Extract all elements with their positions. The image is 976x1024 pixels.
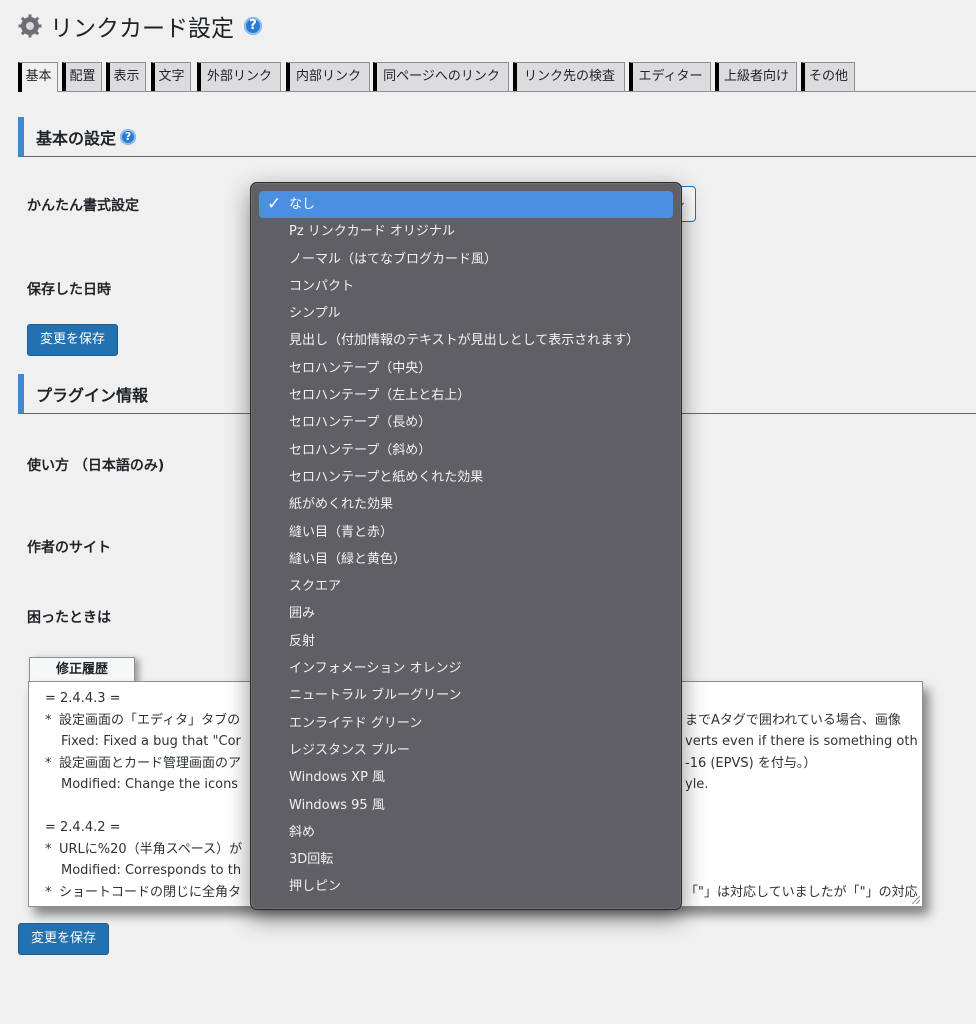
dropdown-option[interactable]: 紙がめくれた効果 bbox=[259, 491, 673, 518]
dropdown-option[interactable]: セロハンテープ（左上と右上） bbox=[259, 382, 673, 409]
dropdown-option[interactable]: エンライテド グリーン bbox=[259, 710, 673, 737]
dropdown-option[interactable]: 囲み bbox=[259, 600, 673, 627]
changelog-line-text: = 2.4.4.3 = bbox=[45, 691, 121, 706]
section-basic-title: 基本の設定 bbox=[36, 128, 117, 148]
changelog-line-text: Fixed: Fixed a bug that "Cor bbox=[61, 734, 241, 749]
dropdown-option-label: インフォメーション オレンジ bbox=[289, 661, 462, 677]
help-icon[interactable]: ? bbox=[120, 128, 137, 145]
dropdown-option-label: 斜め bbox=[289, 824, 316, 840]
changelog-tab[interactable]: 修正履歴 bbox=[29, 657, 135, 683]
dropdown-option-label: ノーマル（はてなブログカード風） bbox=[289, 251, 498, 267]
dropdown-option[interactable]: レジスタンス ブルー bbox=[259, 737, 673, 764]
dropdown-option[interactable]: 押しピン bbox=[259, 873, 673, 900]
save-button-bottom[interactable]: 変更を保存 bbox=[18, 923, 110, 955]
section-plugin-title: プラグイン情報 bbox=[36, 385, 149, 405]
changelog-line-tail: 「"」は対応していましたが「"」の対応 bbox=[685, 884, 918, 900]
dropdown-option[interactable]: 縫い目（青と赤） bbox=[259, 519, 673, 546]
tab-external-link[interactable]: 外部リンク bbox=[197, 62, 281, 91]
dropdown-option-label: なし bbox=[289, 197, 316, 212]
usage-label: 使い方 （日本語のみ) bbox=[27, 458, 165, 474]
page-title: リンクカード設定 ? bbox=[18, 8, 262, 44]
tab-internal-link[interactable]: 内部リンク bbox=[286, 62, 370, 91]
changelog-line-text: Modified: Corresponds to th bbox=[61, 906, 241, 907]
dropdown-option-label: 押しピン bbox=[289, 879, 342, 895]
dropdown-option-label: Pz リンクカード オリジナル bbox=[289, 224, 455, 240]
dropdown-option-label: スクエア bbox=[289, 579, 342, 595]
changelog-line-text: URLに%20（半角スペース）が bbox=[59, 841, 243, 857]
changelog-line-text: 設定画面の「エディタ」タブの bbox=[59, 712, 241, 728]
dropdown-option[interactable]: ニュートラル ブルーグリーン bbox=[259, 682, 673, 709]
dropdown-option-label: セロハンテープ（左上と右上） bbox=[289, 388, 471, 404]
dropdown-option-label: ニュートラル ブルーグリーン bbox=[289, 688, 462, 704]
dropdown-option[interactable]: Pz リンクカード オリジナル bbox=[259, 218, 673, 245]
dropdown-option-label: セロハンテープ（斜め） bbox=[289, 442, 432, 458]
dropdown-option[interactable]: シンプル bbox=[259, 300, 673, 327]
dropdown-option[interactable]: セロハンテープ（中央） bbox=[259, 355, 673, 382]
dropdown-option-label: シンプル bbox=[289, 306, 341, 322]
gear-icon bbox=[18, 14, 42, 38]
dropdown-option-label: セロハンテープと紙めくれた効果 bbox=[289, 469, 484, 485]
tab-same-page-link[interactable]: 同ページへのリンク bbox=[373, 62, 509, 91]
dropdown-option[interactable]: 見出し（付加情報のテキストが見出しとして表示されます） bbox=[259, 327, 673, 354]
tabs-baseline bbox=[18, 91, 976, 92]
changelog-line-text: Modified: Corresponds to th bbox=[61, 863, 242, 878]
dropdown-option[interactable]: Windows XP 風 bbox=[259, 764, 673, 791]
dropdown-option-label: 縫い目（青と赤） bbox=[289, 524, 394, 540]
saved-datetime-label: 保存した日時 bbox=[27, 282, 111, 298]
checkmark-icon: ✓ bbox=[267, 194, 282, 214]
dropdown-option-label: エンライテド グリーン bbox=[289, 715, 423, 731]
dropdown-option-label: セロハンテープ（長め） bbox=[289, 415, 432, 431]
dropdown-option[interactable]: 3D回転 bbox=[259, 846, 673, 873]
dropdown-option[interactable]: Windows 95 風 bbox=[259, 792, 673, 819]
dropdown-option-label: 反射 bbox=[289, 633, 316, 649]
tab-placement[interactable]: 配置 bbox=[62, 62, 102, 91]
help-icon[interactable]: ? bbox=[244, 17, 262, 35]
dropdown-option[interactable]: 斜め bbox=[259, 819, 673, 846]
dropdown-option-label: Windows 95 風 bbox=[289, 797, 385, 813]
tab-editor[interactable]: エディター bbox=[629, 62, 711, 91]
dropdown-option-label: 囲み bbox=[289, 606, 316, 622]
dropdown-option[interactable]: ✓ なし bbox=[259, 191, 673, 219]
tab-display[interactable]: 表示 bbox=[106, 62, 146, 91]
dropdown-option-label: セロハンテープ（中央） bbox=[289, 360, 432, 376]
dropdown-option[interactable]: コンパクト bbox=[259, 273, 673, 300]
format-dropdown-menu[interactable]: ✓ なし Pz リンクカード オリジナルノーマル（はてなブログカード風） コンパクトシ… bbox=[250, 182, 682, 910]
author-site-label: 作者のサイト bbox=[27, 540, 111, 556]
tab-link-check[interactable]: リンク先の検査 bbox=[513, 62, 625, 91]
changelog-line-tail: verts even if there is something oth bbox=[685, 734, 918, 749]
changelog-line-tail: までAタグで囲われている場合、画像 bbox=[685, 712, 901, 728]
dropdown-option-label: 見出し（付加情報のテキストが見出しとして表示されます） bbox=[289, 333, 640, 349]
resize-grip-icon[interactable] bbox=[910, 894, 920, 904]
settings-tabs: 基本 配置 表示 文字 外部リンク 内部リンク 同ページへのリンク リンク先の検… bbox=[18, 62, 976, 92]
page-title-text: リンクカード設定 bbox=[50, 16, 234, 42]
dropdown-option[interactable]: セロハンテープと紙めくれた効果 bbox=[259, 464, 673, 491]
changelog-line-tail: -16 (EPVS) を付与。） bbox=[685, 755, 817, 771]
changelog-line-text: 設定画面とカード管理画面のア bbox=[59, 755, 242, 771]
dropdown-option[interactable]: 反射 bbox=[259, 628, 673, 655]
changelog-line-text: = 2.4.4.2 = bbox=[45, 820, 121, 835]
dropdown-option-label: 3D回転 bbox=[289, 852, 334, 868]
dropdown-option-label: コンパクト bbox=[289, 278, 355, 294]
save-button[interactable]: 変更を保存 bbox=[27, 324, 119, 356]
dropdown-option[interactable]: スクエア bbox=[259, 573, 673, 600]
dropdown-option[interactable]: 縫い目（緑と黄色） bbox=[259, 546, 673, 573]
changelog-line-text: ショートコードの閉じに全角タ bbox=[59, 884, 242, 900]
dropdown-option[interactable]: セロハンテープ（斜め） bbox=[259, 437, 673, 464]
tab-basic[interactable]: 基本 bbox=[18, 62, 58, 92]
changelog-line-text: Modified: Change the icons bbox=[61, 777, 239, 792]
changelog-line-tail: yle. bbox=[685, 777, 709, 792]
easy-format-label: かんたん書式設定 bbox=[27, 198, 139, 214]
dropdown-option-label: Windows XP 風 bbox=[289, 770, 386, 786]
tab-text[interactable]: 文字 bbox=[151, 62, 191, 91]
dropdown-option-label: 紙がめくれた効果 bbox=[289, 497, 394, 513]
tab-advanced[interactable]: 上級者向け bbox=[715, 62, 797, 91]
dropdown-option[interactable]: セロハンテープ（長め） bbox=[259, 409, 673, 436]
dropdown-option[interactable]: ノーマル（はてなブログカード風） bbox=[259, 246, 673, 273]
tab-other[interactable]: その他 bbox=[801, 62, 855, 91]
trouble-label: 困ったときは bbox=[27, 610, 111, 626]
section-basic-settings: 基本の設定 ? bbox=[18, 117, 976, 157]
dropdown-option-label: レジスタンス ブルー bbox=[289, 742, 410, 758]
dropdown-option-label: 縫い目（緑と黄色） bbox=[289, 551, 407, 567]
dropdown-option[interactable]: インフォメーション オレンジ bbox=[259, 655, 673, 682]
